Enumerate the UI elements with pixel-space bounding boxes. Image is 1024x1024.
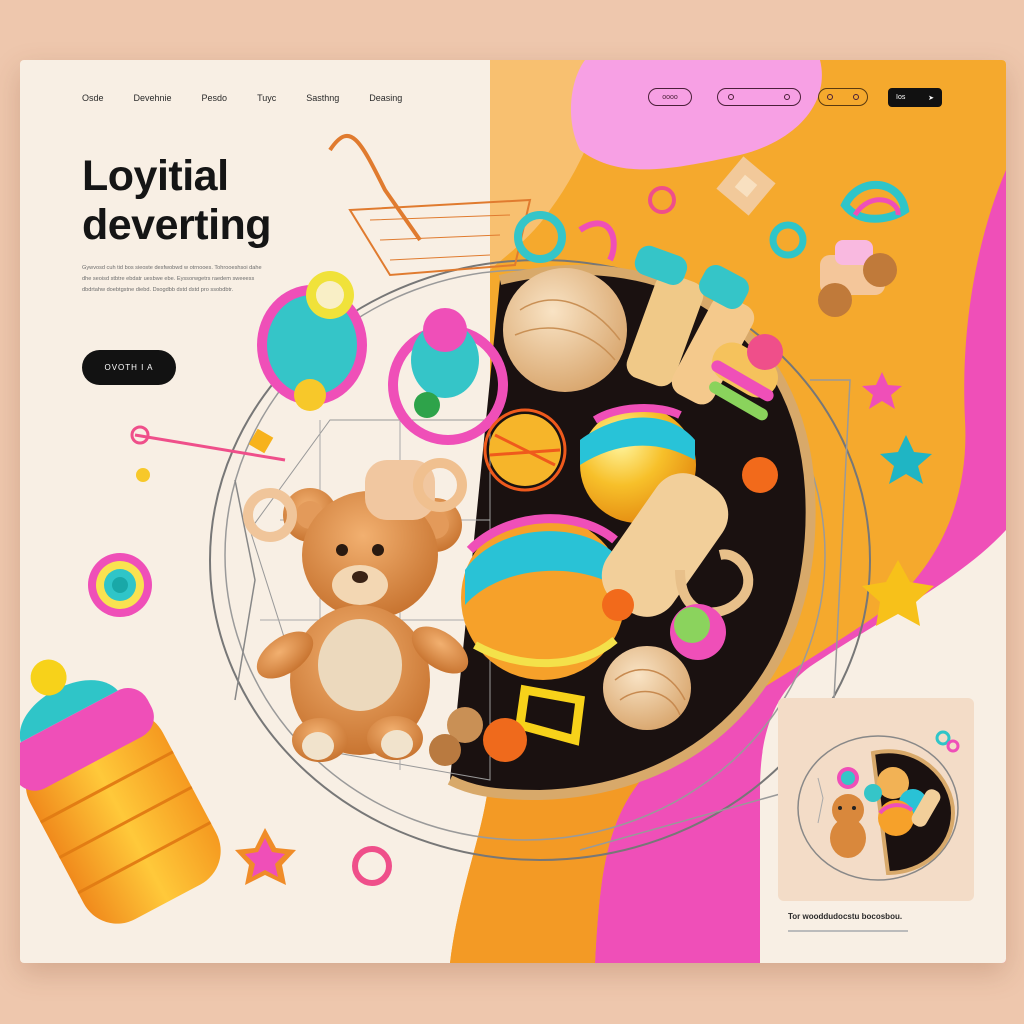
hero-cta-button[interactable]: OVOTH I A	[82, 350, 176, 385]
hero-body: Gywvosd cuh tid bos sieoste desfwobwd w …	[82, 265, 262, 293]
thumbnail-caption: Tor wooddudocstu bocosbou.	[788, 912, 903, 921]
signup-label: Ios	[896, 94, 906, 101]
toggle-right-icon	[853, 94, 859, 100]
nav-link-1[interactable]: Osde	[82, 93, 104, 103]
nav-link-6[interactable]: Deasing	[369, 93, 402, 103]
toggle-pill[interactable]	[818, 88, 868, 106]
search-dot-icon	[728, 94, 734, 100]
headline-line-2: deverting	[82, 201, 272, 249]
thumbnail-subtext	[788, 930, 968, 932]
nav-link-5[interactable]: Sasthng	[306, 93, 339, 103]
toggle-left-icon	[827, 94, 833, 100]
arrow-icon: ➤	[928, 94, 934, 102]
signup-button[interactable]: Ios ➤	[888, 88, 942, 107]
headline-line-1: Loyitial	[82, 152, 229, 200]
thumbnail-subtext-line	[788, 930, 908, 932]
hero-headline: Loyitial deverting	[82, 152, 272, 250]
search-pill[interactable]	[717, 88, 801, 106]
top-nav: Osde Devehnie Pesdo Tuyc Sasthng Deasing	[82, 93, 432, 103]
header-pill-1-label: oooo	[662, 93, 678, 101]
nav-link-3[interactable]: Pesdo	[202, 93, 228, 103]
nav-link-4[interactable]: Tuyc	[257, 93, 276, 103]
toy-basket-thumbnail-icon	[797, 730, 960, 881]
search-end-icon	[784, 94, 790, 100]
header-pill-1[interactable]: oooo	[648, 88, 692, 106]
landing-page-card: Osde Devehnie Pesdo Tuyc Sasthng Deasing…	[20, 60, 1006, 963]
thumbnail-card[interactable]	[778, 698, 974, 901]
nav-link-2[interactable]: Devehnie	[134, 93, 172, 103]
cta-label: OVOTH I A	[104, 363, 154, 372]
